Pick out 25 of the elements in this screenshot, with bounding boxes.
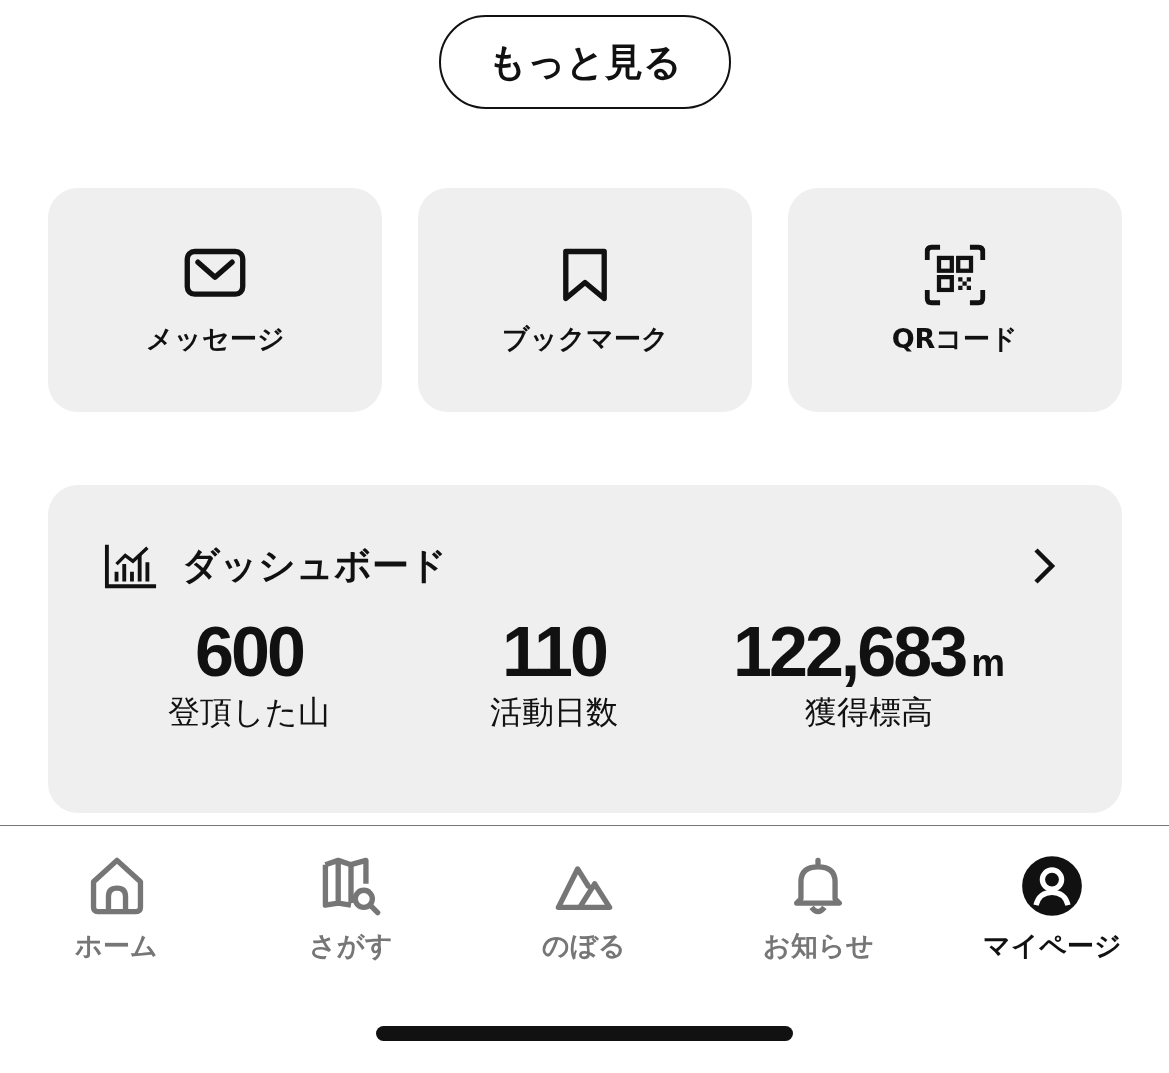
shortcut-label: QRコード bbox=[891, 322, 1019, 356]
dashboard-card[interactable]: ダッシュボード 600 登頂した山 110 活動日数 122,683m 獲得標高 bbox=[48, 485, 1122, 813]
shortcut-card[interactable]: ブックマーク bbox=[418, 188, 752, 412]
shortcut-card[interactable]: QRコード bbox=[788, 188, 1122, 412]
tab-item[interactable]: のぼる bbox=[467, 854, 702, 964]
shortcut-label: メッセージ bbox=[145, 322, 285, 356]
shortcut-label: ブックマーク bbox=[501, 322, 669, 356]
stat-label: 獲得標高 bbox=[805, 692, 933, 733]
tab-item[interactable]: お知らせ bbox=[701, 854, 936, 964]
bar-chart-icon bbox=[104, 542, 158, 590]
stat-label: 登頂した山 bbox=[168, 692, 330, 733]
tab-item[interactable]: さがす bbox=[233, 854, 468, 964]
stat-value: 600 bbox=[195, 613, 303, 691]
chevron-right-icon[interactable] bbox=[1032, 546, 1056, 586]
more-button[interactable]: もっと見る bbox=[438, 15, 731, 109]
qr-code-icon bbox=[923, 243, 987, 307]
user-icon bbox=[1020, 854, 1085, 918]
stat-unit: m bbox=[971, 642, 1005, 685]
stat-value: 110 bbox=[502, 613, 606, 691]
stat-label: 活動日数 bbox=[490, 692, 618, 733]
shortcut-card[interactable]: メッセージ bbox=[48, 188, 382, 412]
stat-value: 122,683 bbox=[733, 613, 966, 691]
tab-item[interactable]: ホーム bbox=[0, 854, 234, 964]
tab-item[interactable]: マイページ bbox=[935, 854, 1169, 964]
dashboard-title: ダッシュボード bbox=[182, 543, 448, 589]
